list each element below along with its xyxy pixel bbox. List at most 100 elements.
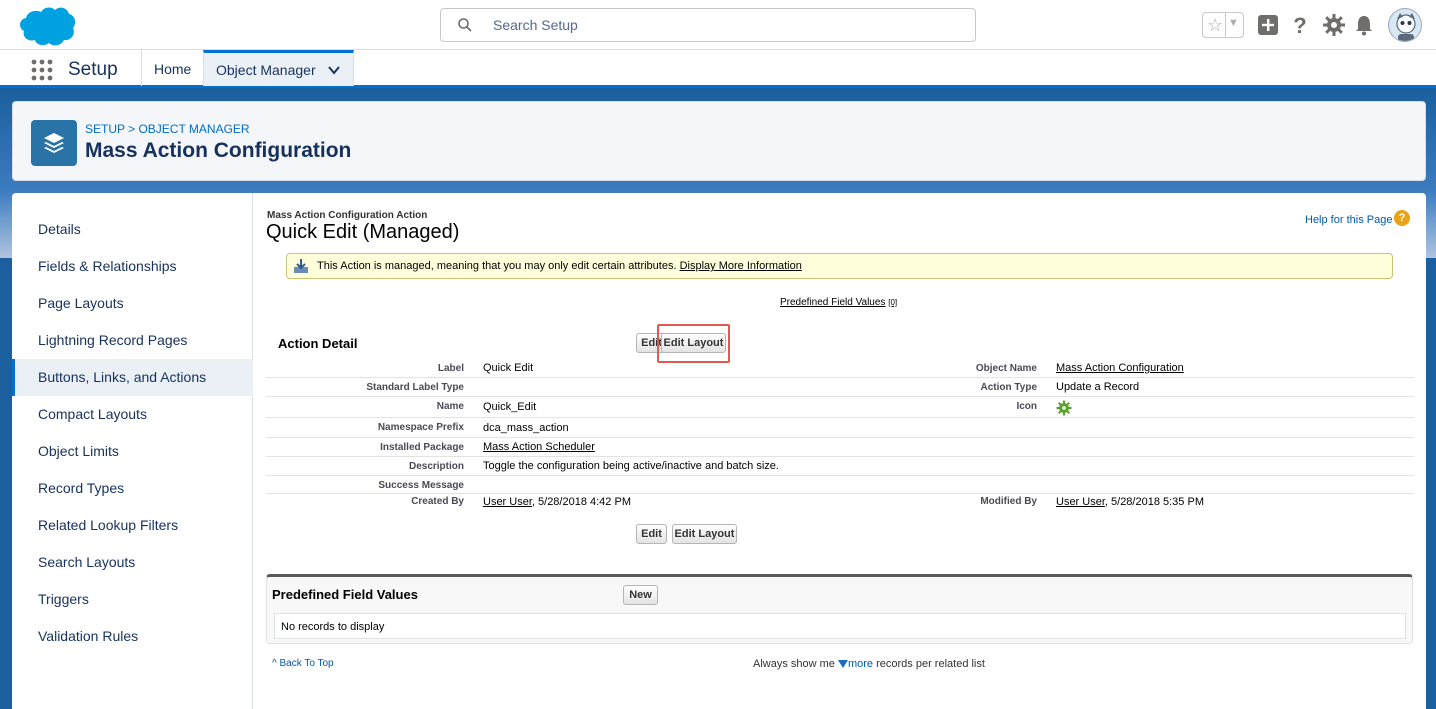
field-label: Name	[436, 401, 464, 412]
created-date: , 5/28/2018 4:42 PM	[531, 496, 631, 508]
edit-button-bottom[interactable]: Edit	[636, 524, 667, 544]
empty-message: No records to display	[281, 621, 385, 633]
help-for-this-page-link[interactable]: Help for this Page	[1305, 214, 1392, 226]
predefined-field-values-link[interactable]: Predefined Field Values [0]	[780, 297, 897, 308]
back-to-top-label[interactable]: Back To Top	[279, 658, 333, 669]
gear-icon[interactable]	[1322, 13, 1346, 37]
field-value: Update a Record	[1056, 381, 1140, 393]
object-icon	[31, 120, 77, 166]
search-icon	[458, 18, 472, 32]
field-label: Namespace Prefix	[377, 422, 464, 433]
chevron-down-icon[interactable]	[327, 63, 341, 77]
sidebar-item-details[interactable]: Details	[12, 211, 253, 248]
sidebar-item-compact-layouts[interactable]: Compact Layouts	[12, 396, 253, 433]
tab-object-manager[interactable]: Object Manager	[203, 50, 354, 86]
action-detail-main: Mass Action Configuration Action Quick E…	[254, 193, 1426, 709]
favorites-button[interactable]: ☆ ▼	[1202, 12, 1244, 38]
always-suffix: records per related list	[876, 658, 985, 670]
record-type-label: Mass Action Configuration Action	[267, 210, 428, 221]
related-list-title: Predefined Field Values	[272, 587, 418, 602]
field-label: Modified By	[980, 496, 1037, 507]
always-show-more: Always show me more records per related …	[753, 658, 985, 670]
avatar[interactable]	[1388, 8, 1422, 42]
sidebar-item-object-limits[interactable]: Object Limits	[12, 433, 253, 470]
display-more-information-link[interactable]: Display More Information	[680, 260, 802, 272]
breadcrumb[interactable]: SETUP > OBJECT MANAGER	[85, 122, 250, 136]
edit-layout-button-bottom[interactable]: Edit Layout	[672, 524, 737, 544]
action-gear-icon	[1056, 400, 1072, 416]
related-list-predefined-field-values: Predefined Field Values New No records t…	[266, 574, 1413, 644]
content-card: Details Fields & Relationships Page Layo…	[12, 193, 1426, 709]
field-label: Installed Package	[380, 442, 464, 453]
sidebar-item-related-lookup-filters[interactable]: Related Lookup Filters	[12, 507, 253, 544]
field-label: Standard Label Type	[366, 382, 464, 393]
sidebar-item-triggers[interactable]: Triggers	[12, 581, 253, 618]
sidebar-item-buttons-links-actions[interactable]: Buttons, Links, and Actions	[12, 359, 253, 396]
field-label: Description	[408, 461, 464, 472]
svg-text:?: ?	[1293, 13, 1306, 37]
modified-by-user-link[interactable]: User User	[1056, 496, 1105, 508]
star-icon[interactable]: ☆	[1207, 15, 1223, 36]
sidebar-item-record-types[interactable]: Record Types	[12, 470, 253, 507]
predefined-field-values-count: [0]	[888, 298, 898, 307]
app-launcher-waffle-icon[interactable]	[31, 59, 53, 81]
sidebar-item-lightning-record-pages[interactable]: Lightning Record Pages	[12, 322, 253, 359]
detail-row: Label Quick Edit Object Name Mass Action…	[266, 358, 1414, 378]
detail-row: Standard Label Type Action Type Update a…	[266, 378, 1414, 397]
installed-package-link[interactable]: Mass Action Scheduler	[483, 441, 595, 453]
field-value: Quick_Edit	[483, 401, 537, 413]
help-question-icon[interactable]: ?	[1288, 13, 1312, 37]
section-title: Action Detail	[278, 336, 358, 351]
app-name: Setup	[68, 59, 118, 80]
tab-home[interactable]: Home	[141, 50, 204, 86]
modified-date: , 5/28/2018 5:35 PM	[1104, 496, 1204, 508]
field-value: dca_mass_action	[483, 422, 569, 434]
action-title: Quick Edit (Managed)	[266, 221, 460, 243]
predefined-field-values-label[interactable]: Predefined Field Values	[780, 297, 885, 308]
detail-row: Name Quick_Edit Icon	[266, 397, 1414, 418]
detail-row: Success Message	[266, 476, 1414, 494]
created-by-user-link[interactable]: User User	[483, 496, 532, 508]
sidebar-item-validation-rules[interactable]: Validation Rules	[12, 618, 253, 655]
favorites-divider	[1225, 13, 1226, 37]
field-label: Icon	[1016, 401, 1037, 412]
field-value: User User, 5/28/2018 4:42 PM	[483, 496, 631, 508]
detail-row: Description Toggle the configuration bei…	[266, 457, 1414, 476]
related-list-body: No records to display	[274, 613, 1406, 639]
detail-row: Namespace Prefix dca_mass_action	[266, 418, 1414, 438]
help-icon[interactable]: ?	[1394, 210, 1410, 226]
page-title: Mass Action Configuration	[85, 139, 352, 162]
user-avatar-icon	[1390, 10, 1421, 41]
back-to-top-link[interactable]: ^ Back To Top	[272, 658, 334, 669]
object-sidebar: Details Fields & Relationships Page Layo…	[12, 193, 253, 709]
always-prefix: Always show me	[753, 658, 835, 670]
download-icon	[294, 259, 308, 273]
field-label: Action Type	[980, 382, 1037, 393]
global-header: Search Setup ☆ ▼ ?	[0, 0, 1436, 50]
salesforce-logo-icon[interactable]	[16, 5, 76, 47]
detail-row: Installed Package Mass Action Scheduler	[266, 438, 1414, 457]
field-label: Label	[437, 363, 464, 374]
object-name-link[interactable]: Mass Action Configuration	[1056, 362, 1184, 374]
sidebar-item-search-layouts[interactable]: Search Layouts	[12, 544, 253, 581]
search-input[interactable]: Search Setup	[440, 8, 976, 42]
search-placeholder: Search Setup	[493, 17, 578, 33]
field-label: Success Message	[378, 480, 464, 491]
field-label: Created By	[411, 496, 464, 507]
field-label: Object Name	[975, 363, 1037, 374]
layers-icon	[44, 133, 64, 153]
managed-info-banner: This Action is managed, meaning that you…	[286, 253, 1393, 279]
detail-row: Created By User User, 5/28/2018 4:42 PM …	[266, 494, 1414, 514]
bell-icon[interactable]	[1352, 13, 1376, 37]
sidebar-item-page-layouts[interactable]: Page Layouts	[12, 285, 253, 322]
field-value: User User, 5/28/2018 5:35 PM	[1056, 496, 1204, 508]
object-page-header: SETUP > OBJECT MANAGER Mass Action Confi…	[12, 101, 1426, 181]
triangle-down-icon[interactable]	[837, 660, 848, 669]
field-value: Quick Edit	[483, 362, 534, 374]
chevron-down-icon[interactable]: ▼	[1228, 17, 1239, 29]
more-link[interactable]: more	[848, 658, 873, 670]
sidebar-item-fields-relationships[interactable]: Fields & Relationships	[12, 248, 253, 285]
app-navigation-bar: Setup Home Object Manager	[0, 50, 1436, 88]
new-button[interactable]: New	[623, 585, 658, 605]
global-actions-plus-icon[interactable]	[1256, 13, 1280, 37]
